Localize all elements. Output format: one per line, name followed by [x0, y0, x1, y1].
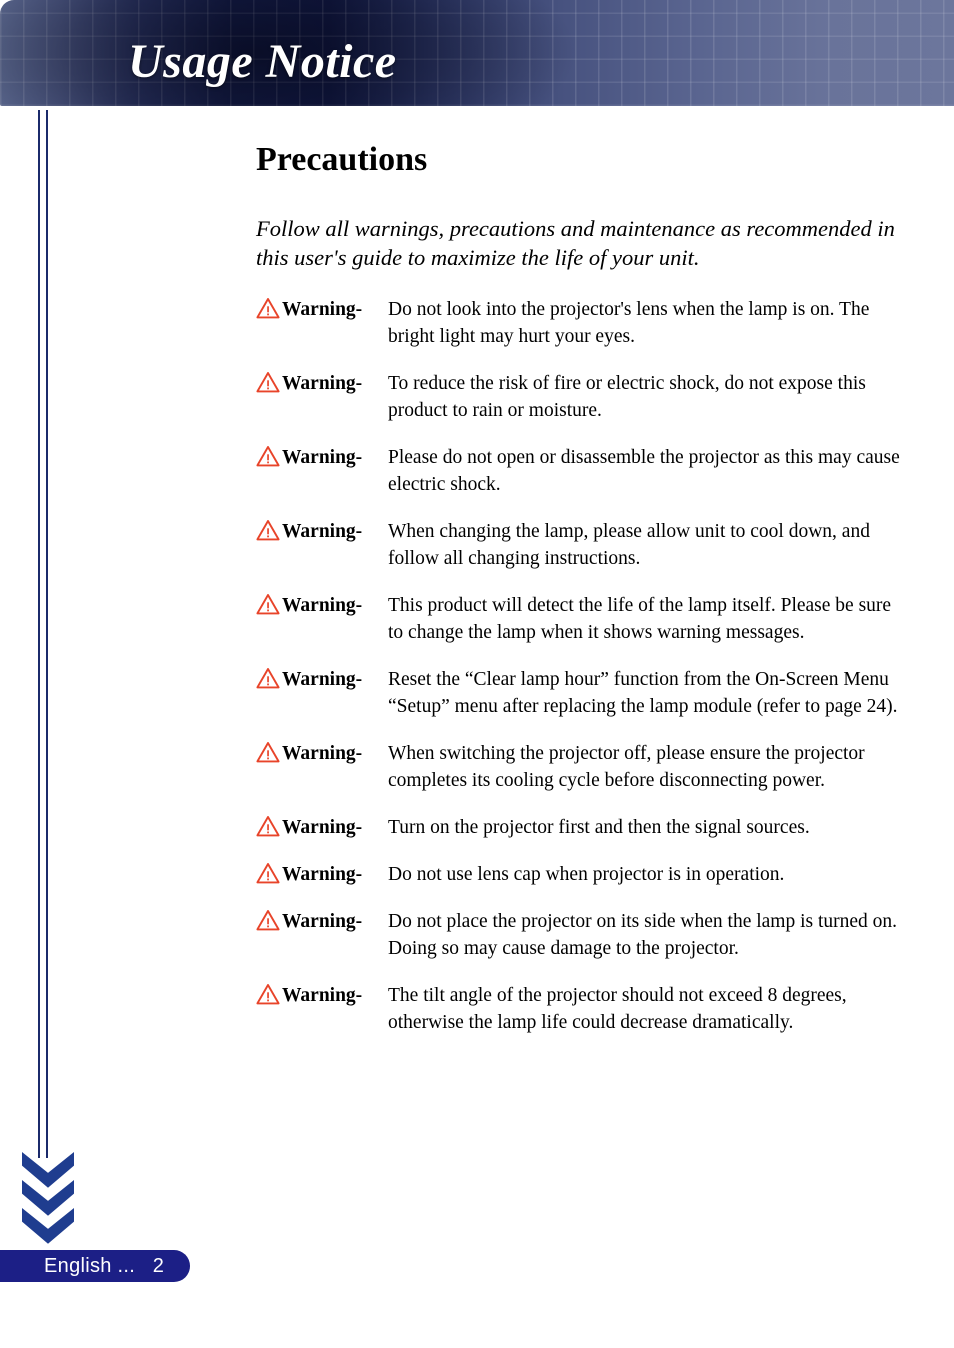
chevron-down-icon-group	[22, 1152, 74, 1248]
warning-triangle-icon	[256, 667, 280, 689]
warning-triangle-icon	[256, 862, 280, 884]
warning-label-cell: Warning-	[256, 861, 388, 887]
warning-text: Do not use lens cap when projector is in…	[388, 864, 785, 885]
warning-list: Warning- Do not look into the projector's…	[256, 296, 902, 1036]
warning-label: Warning-	[282, 595, 363, 616]
warning-label-cell: Warning-	[256, 518, 388, 544]
warning-row: Warning- Please do not open or disassembl…	[256, 444, 902, 498]
warning-triangle-icon	[256, 741, 280, 763]
warning-row: Warning- To reduce the risk of fire or el…	[256, 370, 902, 424]
warning-row: Warning- Reset the “Clear lamp hour” func…	[256, 666, 902, 720]
chevron-down-icon	[22, 1152, 74, 1188]
warning-label: Warning-	[282, 817, 363, 838]
warning-triangle-icon	[256, 519, 280, 541]
warning-row: Warning- This product will detect the lif…	[256, 592, 902, 646]
warning-label: Warning-	[282, 521, 363, 542]
warning-label: Warning-	[282, 299, 363, 320]
warning-text: When switching the projector off, please…	[388, 743, 865, 791]
warning-row: Warning- Do not place the projector on it…	[256, 908, 902, 962]
warning-text: Please do not open or disassemble the pr…	[388, 447, 900, 495]
warning-triangle-icon	[256, 815, 280, 837]
warning-label: Warning-	[282, 373, 363, 394]
warning-row: Warning- Turn on the projector first and …	[256, 814, 902, 841]
warning-label-cell: Warning-	[256, 740, 388, 766]
page-header-banner: Usage Notice	[0, 0, 954, 106]
warning-label-cell: Warning-	[256, 296, 388, 322]
warning-label: Warning-	[282, 911, 363, 932]
warning-label-cell: Warning-	[256, 908, 388, 934]
warning-triangle-icon	[256, 983, 280, 1005]
main-content: Precautions Follow all warnings, precaut…	[256, 140, 902, 1056]
warning-text: This product will detect the life of the…	[388, 595, 892, 643]
warning-label-cell: Warning-	[256, 814, 388, 840]
warning-triangle-icon	[256, 371, 280, 393]
warning-row: Warning- Do not use lens cap when project…	[256, 861, 902, 888]
warning-label-cell: Warning-	[256, 370, 388, 396]
warning-label-cell: Warning-	[256, 982, 388, 1008]
warning-text: Do not place the projector on its side w…	[388, 911, 898, 959]
warning-row: Warning- Do not look into the projector's…	[256, 296, 902, 350]
warning-label-cell: Warning-	[256, 592, 388, 618]
warning-triangle-icon	[256, 909, 280, 931]
warning-text: When changing the lamp, please allow uni…	[388, 521, 870, 569]
warning-text: The tilt angle of the projector should n…	[388, 985, 847, 1033]
page-title: Usage Notice	[128, 35, 397, 88]
warning-row: Warning- The tilt angle of the projector …	[256, 982, 902, 1036]
warning-text: Turn on the projector first and then the…	[388, 817, 810, 838]
warning-label: Warning-	[282, 669, 363, 690]
warning-text: To reduce the risk of fire or electric s…	[388, 373, 866, 421]
warning-triangle-icon	[256, 297, 280, 319]
left-margin-rule-outer	[38, 110, 40, 1158]
warning-label: Warning-	[282, 985, 363, 1006]
left-margin-rule-inner	[46, 110, 48, 1158]
warning-row: Warning- When switching the projector off…	[256, 740, 902, 794]
warning-label-cell: Warning-	[256, 444, 388, 470]
warning-text: Do not look into the projector's lens wh…	[388, 299, 870, 347]
warning-triangle-icon	[256, 593, 280, 615]
warning-triangle-icon	[256, 445, 280, 467]
intro-paragraph: Follow all warnings, precautions and mai…	[256, 216, 895, 270]
warning-label: Warning-	[282, 447, 363, 468]
page-number-badge: English ... 2	[0, 1250, 191, 1282]
warning-label: Warning-	[282, 743, 363, 764]
warning-label-cell: Warning-	[256, 666, 388, 692]
warning-label: Warning-	[282, 864, 363, 885]
warning-text: Reset the “Clear lamp hour” function fro…	[388, 669, 898, 717]
warning-row: Warning- When changing the lamp, please a…	[256, 518, 902, 572]
section-heading: Precautions	[256, 141, 428, 178]
